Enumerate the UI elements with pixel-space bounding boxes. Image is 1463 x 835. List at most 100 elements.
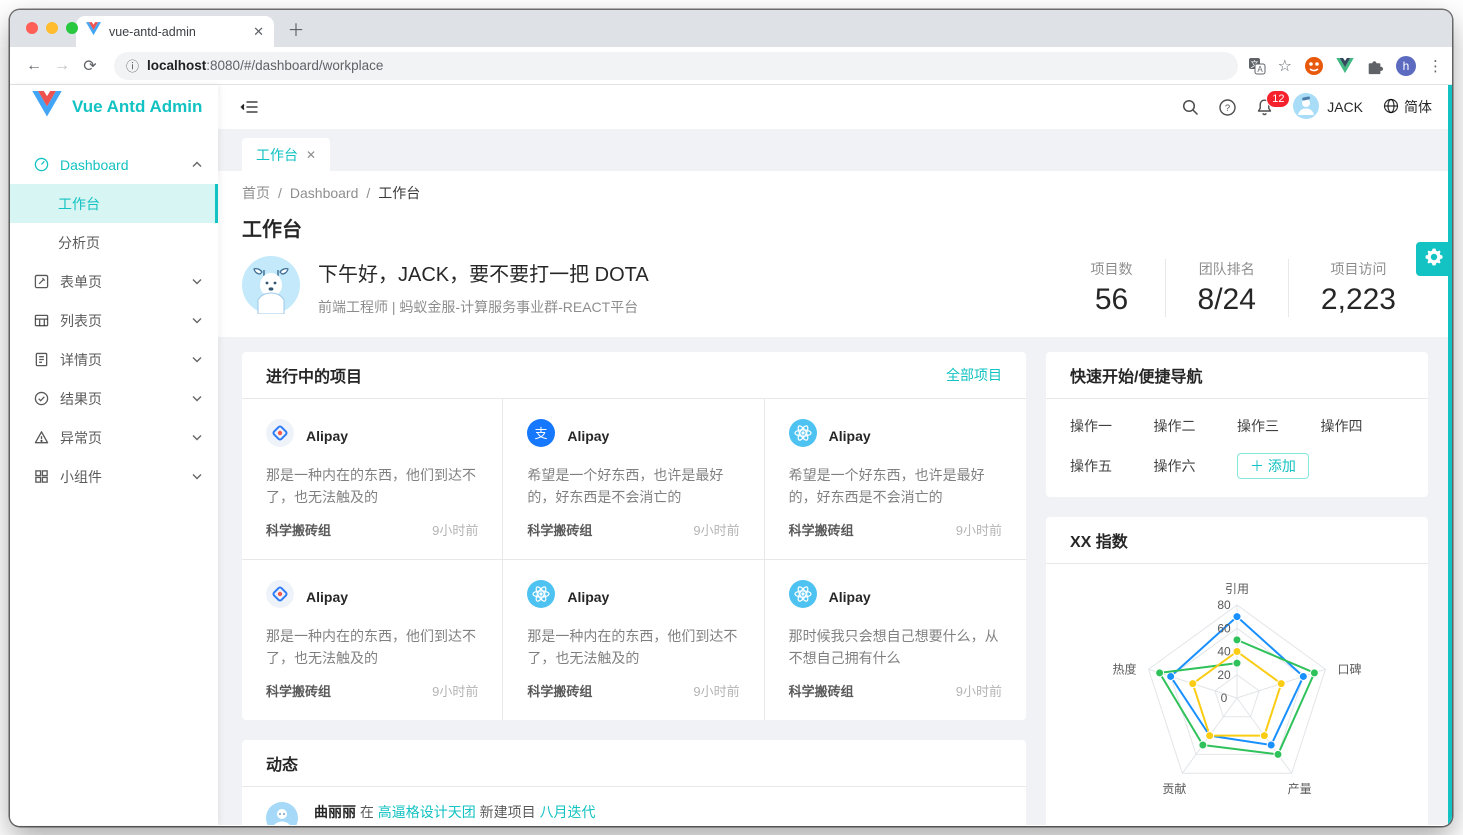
help-icon[interactable]: ?	[1219, 99, 1236, 116]
reload-button[interactable]: ⟳	[76, 56, 104, 76]
all-projects-link[interactable]: 全部项目	[946, 365, 1002, 385]
table-icon	[34, 313, 50, 328]
sidebar-item-result[interactable]: 结果页	[10, 379, 218, 418]
globe-icon	[1383, 98, 1399, 117]
vue-logo-icon	[32, 91, 62, 123]
quick-nav-link[interactable]: 操作五	[1070, 453, 1154, 479]
tab-workplace[interactable]: 工作台 ✕	[242, 138, 330, 171]
vue-devtools-icon[interactable]	[1336, 58, 1354, 74]
project-name-link[interactable]: Alipay	[567, 428, 609, 444]
site-info-icon[interactable]: ⓘ	[126, 56, 139, 75]
form-icon	[34, 274, 50, 289]
browser-menu-icon[interactable]: ⋮	[1428, 57, 1438, 75]
sidebar-item-dashboard[interactable]: Dashboard	[10, 145, 218, 184]
stat-projects: 项目数 56	[1059, 259, 1165, 317]
settings-gear-button[interactable]	[1416, 242, 1452, 276]
sidebar-item-form[interactable]: 表单页	[10, 262, 218, 301]
settings-drawer-edge[interactable]	[1448, 85, 1452, 825]
chart-card-title: XX 指数	[1070, 528, 1128, 552]
breadcrumb: 首页/Dashboard/工作台	[242, 183, 1428, 203]
project-card[interactable]: Alipay 那是一种内在的东西，他们到达不了，也无法触及的 科学搬砖组9小时前	[242, 399, 503, 560]
sidebar-item-exception[interactable]: 异常页	[10, 418, 218, 457]
header-stats: 项目数 56 团队排名 8/24 项目访问 2,223	[1059, 259, 1428, 317]
tab-close-icon[interactable]: ✕	[253, 24, 264, 40]
greeting-title: 下午好，JACK，要不要打一把 DOTA	[318, 258, 649, 287]
address-bar[interactable]: ⓘ localhost:8080/#/dashboard/workplace	[114, 52, 1238, 80]
sidebar-item-list[interactable]: 列表页	[10, 301, 218, 340]
stat-project-visits: 项目访问 2,223	[1288, 259, 1428, 317]
project-name-link[interactable]: Alipay	[829, 589, 871, 605]
browser-toolbar: ← → ⟳ ⓘ localhost:8080/#/dashboard/workp…	[10, 47, 1452, 85]
quick-nav-link[interactable]: 操作六	[1154, 453, 1238, 479]
quick-nav-link[interactable]: 操作一	[1070, 413, 1154, 439]
project-card[interactable]: 支Alipay 希望是一个好东西，也许是最好的，好东西是不会消亡的 科学搬砖组9…	[503, 399, 764, 560]
quick-nav-link[interactable]: 操作四	[1321, 413, 1405, 439]
quick-nav-link[interactable]: 操作三	[1237, 413, 1321, 439]
activity-user[interactable]: 曲丽丽	[314, 804, 356, 820]
extension-orange-icon[interactable]	[1304, 56, 1324, 76]
activity-team-link[interactable]: 高逼格设计天团	[378, 804, 476, 820]
project-name-link[interactable]: Alipay	[306, 589, 348, 605]
appstore-icon	[34, 469, 50, 484]
activity-object-link[interactable]: 八月迭代	[540, 804, 596, 820]
svg-text:0: 0	[1221, 691, 1228, 705]
project-group-link[interactable]: 科学搬砖组	[266, 520, 331, 539]
app-title: Vue Antd Admin	[72, 97, 202, 117]
project-card[interactable]: Alipay 希望是一个好东西，也许是最好的，好东西是不会消亡的 科学搬砖组9小…	[765, 399, 1026, 560]
app-logo[interactable]: Vue Antd Admin	[10, 85, 218, 129]
breadcrumb-dashboard[interactable]: Dashboard	[290, 185, 359, 201]
project-group-link[interactable]: 科学搬砖组	[527, 681, 592, 700]
project-name-link[interactable]: Alipay	[306, 428, 348, 444]
project-name-link[interactable]: Alipay	[567, 589, 609, 605]
back-button[interactable]: ←	[20, 57, 48, 75]
activity-list: 曲丽丽 在 高逼格设计天团 新建项目 八月迭代 9小时前 付晓晓 在 高逼格设计…	[242, 787, 1026, 825]
menu-fold-icon[interactable]	[240, 99, 258, 115]
svg-text:热度: 热度	[1113, 661, 1137, 676]
close-window-button[interactable]	[26, 22, 38, 34]
project-logo-icon: 支	[527, 419, 555, 452]
search-icon[interactable]	[1182, 99, 1199, 116]
project-card[interactable]: Alipay 那是一种内在的东西，他们到达不了，也无法触及的 科学搬砖组9小时前	[242, 560, 503, 720]
translate-icon[interactable]: 文A	[1248, 57, 1266, 75]
browser-tab[interactable]: vue-antd-admin ✕	[76, 16, 274, 47]
notification-badge: 12	[1266, 90, 1290, 108]
user-menu[interactable]: JACK	[1293, 93, 1363, 122]
project-card[interactable]: Alipay 那是一种内在的东西，他们到达不了，也无法触及的 科学搬砖组9小时前	[503, 560, 764, 720]
zoom-window-button[interactable]	[66, 22, 78, 34]
language-switcher[interactable]: 简体	[1383, 97, 1432, 117]
project-logo-icon	[789, 580, 817, 613]
sidebar-item-workplace[interactable]: 工作台	[10, 184, 218, 223]
project-name-link[interactable]: Alipay	[829, 428, 871, 444]
project-group-link[interactable]: 科学搬砖组	[527, 520, 592, 539]
extensions-puzzle-icon[interactable]	[1366, 57, 1384, 75]
url-text: localhost:8080/#/dashboard/workplace	[147, 58, 383, 73]
project-group-link[interactable]: 科学搬砖组	[789, 520, 854, 539]
activities-card: 动态 曲丽丽 在 高逼格设计天团 新建项目 八月迭代 9小时前	[242, 740, 1026, 825]
stat-team-rank: 团队排名 8/24	[1165, 259, 1288, 317]
project-card[interactable]: Alipay 那时候我只会想自己想要什么，从不想自己拥有什么 科学搬砖组9小时前	[765, 560, 1026, 720]
user-deer-avatar	[242, 256, 300, 319]
quick-nav-card: 快速开始/便捷导航 操作一 操作二 操作三 操作四 操作五 操作六 ＋ 添加	[1046, 352, 1428, 497]
sidebar-item-detail[interactable]: 详情页	[10, 340, 218, 379]
notification-bell-icon[interactable]: 12	[1256, 98, 1273, 116]
minimize-window-button[interactable]	[46, 22, 58, 34]
new-tab-button[interactable]: ＋	[284, 16, 308, 41]
breadcrumb-home[interactable]: 首页	[242, 185, 270, 201]
project-group-link[interactable]: 科学搬砖组	[266, 681, 331, 700]
svg-text:引用: 引用	[1225, 582, 1249, 596]
browser-profile-avatar[interactable]: h	[1396, 56, 1416, 76]
quick-nav-link[interactable]: 操作二	[1154, 413, 1238, 439]
sidebar-item-widgets[interactable]: 小组件	[10, 457, 218, 496]
add-button[interactable]: ＋ 添加	[1237, 453, 1309, 479]
project-group-link[interactable]: 科学搬砖组	[789, 681, 854, 700]
forward-button[interactable]: →	[48, 57, 76, 75]
bookmark-star-icon[interactable]: ☆	[1278, 56, 1292, 76]
sidebar-item-analysis[interactable]: 分析页	[10, 223, 218, 262]
projects-card-title: 进行中的项目	[266, 363, 362, 387]
svg-text:贡献: 贡献	[1162, 781, 1186, 796]
quick-nav-title: 快速开始/便捷导航	[1070, 363, 1202, 387]
projects-card: 进行中的项目 全部项目 Alipay 那是一种内在的东西，他们到达不了，也无法触…	[242, 352, 1026, 720]
user-avatar	[1293, 93, 1319, 122]
chevron-down-icon	[192, 395, 202, 402]
tab-close-icon[interactable]: ✕	[306, 148, 316, 162]
